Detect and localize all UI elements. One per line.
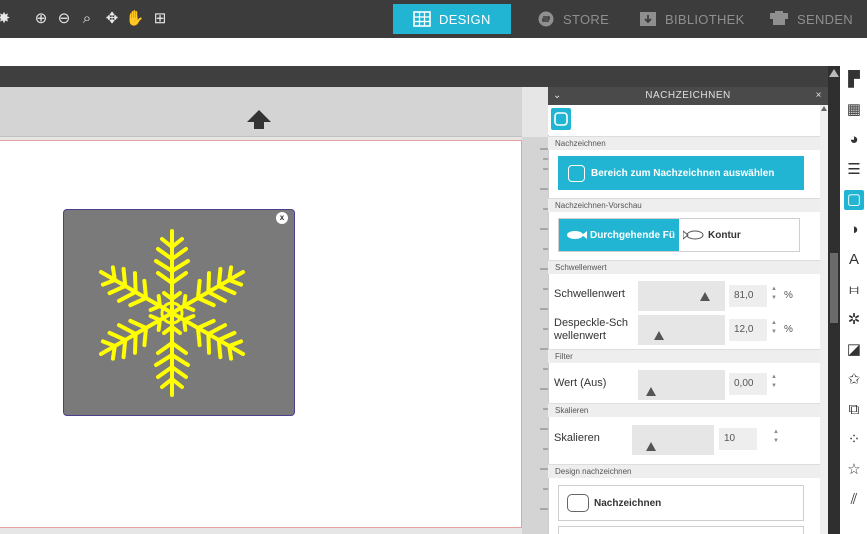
outer-scroll-thumb[interactable] [830, 253, 838, 323]
library-icon [640, 12, 656, 26]
scale-value[interactable]: 10 [719, 428, 757, 450]
tab-design-label: DESIGN [439, 11, 491, 27]
tab-design[interactable]: DESIGN [393, 4, 511, 34]
select-trace-area-button[interactable]: Bereich zum Nachzeichnen auswählen [558, 156, 804, 190]
trace-option-button[interactable] [558, 526, 804, 534]
section-filter: Filter [548, 349, 820, 363]
tab-store[interactable]: STORE [517, 4, 617, 34]
despeckle-unit: % [784, 324, 793, 335]
panel-icon-row [548, 105, 820, 135]
panel-title: NACHZEICHNEN [645, 90, 731, 101]
despeckle-slider[interactable] [638, 315, 725, 345]
solid-fill-label: Durchgehende Fü [590, 229, 676, 241]
select-trace-area-label: Bereich zum Nachzeichnen auswählen [591, 167, 775, 179]
despeckle-value[interactable]: 12,0 [729, 319, 767, 341]
ruler-right [522, 137, 548, 534]
offset-icon[interactable]: ✩ [844, 370, 864, 390]
despeckle-spinner[interactable]: ▲ ▼ [770, 319, 778, 339]
despeckle-slider-thumb[interactable] [654, 331, 665, 340]
threshold-slider[interactable] [638, 281, 725, 311]
replicate-icon[interactable]: ✲ [844, 310, 864, 330]
scale-label: Skalieren [554, 432, 600, 444]
close-panel-icon[interactable]: × [816, 87, 822, 105]
rhinestone-icon[interactable]: ⁘ [844, 430, 864, 450]
panel-scroll-up-icon[interactable] [821, 106, 827, 111]
trace-tab-icon[interactable] [551, 108, 571, 130]
move-icon[interactable]: ✥ [102, 9, 122, 29]
close-image-icon[interactable]: x [276, 212, 288, 224]
threshold-value[interactable]: 81,0 [729, 285, 767, 307]
section-trace-design: Design nachzeichnen [548, 464, 820, 478]
filter-slider-thumb[interactable] [646, 387, 656, 396]
threshold-slider-thumb[interactable] [700, 292, 711, 301]
align-icon[interactable]: ⧦ [844, 280, 864, 300]
trace-shape-icon [554, 112, 568, 126]
target-icon[interactable]: ✸ [0, 9, 14, 29]
toolbar-gap [0, 38, 867, 66]
store-icon [538, 11, 554, 27]
top-toolbar: ✸ ⊕ ⊖ ⌕ ✥ ✋ ⊞ DESIGN STORE BIBLIOTHEK SE… [0, 0, 867, 38]
trace-button[interactable]: Nachzeichnen [558, 485, 804, 521]
fill-palette-icon[interactable]: ◕ [844, 130, 864, 150]
snowflake-image [98, 229, 246, 397]
contour-fish-icon [683, 230, 704, 240]
tab-library-label: BIBLIOTHEK [665, 11, 745, 27]
trace-icon[interactable]: ▢ [844, 190, 864, 210]
filter-value[interactable]: 0,00 [729, 373, 767, 395]
move-up-arrow-stem [254, 121, 264, 129]
preview-toggle: Durchgehende Fü Kontur [558, 218, 800, 252]
pan-hand-icon[interactable]: ✋ [125, 9, 145, 29]
page-setup-icon[interactable]: ▛ [844, 70, 864, 90]
panel-scrollbar[interactable] [820, 105, 828, 534]
ruler-ticks [540, 148, 548, 510]
tab-library[interactable]: BIBLIOTHEK [619, 4, 754, 34]
outer-scroll-up-icon[interactable] [829, 69, 839, 77]
filter-label: Wert (Aus) [554, 377, 607, 389]
app-window: ✸ ⊕ ⊖ ⌕ ✥ ✋ ⊞ DESIGN STORE BIBLIOTHEK SE… [0, 0, 867, 534]
modify-icon[interactable]: ◪ [844, 340, 864, 360]
threshold-label: Schwellenwert [554, 288, 625, 300]
fit-page-icon[interactable]: ⊞ [150, 9, 170, 29]
pix-icon[interactable]: ▦ [844, 100, 864, 120]
section-scale: Skalieren [548, 403, 820, 417]
tab-store-label: STORE [563, 11, 610, 27]
threshold-unit: % [784, 290, 793, 301]
scale-spinner[interactable]: ▲ ▼ [772, 428, 780, 448]
contour-toggle[interactable]: Kontur [679, 219, 799, 251]
tab-send[interactable]: SENDEN [749, 4, 867, 34]
panel-header: ⌄ NACHZEICHNEN × [548, 87, 828, 105]
zoom-drag-icon[interactable]: ⌕ [77, 9, 97, 29]
text-style-icon[interactable]: A [844, 250, 864, 270]
solid-fish-icon [567, 231, 587, 239]
send-icon [770, 11, 788, 25]
scale-slider-thumb[interactable] [646, 442, 657, 451]
line-style-icon[interactable]: ☰ [844, 160, 864, 180]
trace-button-label: Nachzeichnen [594, 497, 662, 509]
transparency-icon[interactable]: ◑ [844, 220, 864, 240]
imported-image[interactable] [63, 209, 295, 416]
library-save-icon[interactable]: ⧉ [844, 400, 864, 420]
despeckle-label: Despeckle-Sch wellenwert [554, 317, 628, 342]
document-tab-bar [0, 66, 840, 87]
threshold-spinner[interactable]: ▲ ▼ [770, 285, 778, 305]
filter-spinner[interactable]: ▲ ▼ [770, 373, 778, 393]
select-area-icon [568, 164, 585, 182]
solid-fill-toggle[interactable]: Durchgehende Fü [559, 219, 680, 251]
section-trace: Nachzeichnen [548, 136, 820, 150]
section-threshold: Schwellenwert [548, 260, 820, 274]
zoom-in-icon[interactable]: ⊕ [31, 9, 51, 29]
contour-label: Kontur [708, 229, 741, 241]
grid-icon [413, 11, 431, 27]
tab-send-label: SENDEN [797, 11, 853, 27]
sketch-icon[interactable]: ☆ [844, 460, 864, 480]
trace-outline-icon [567, 494, 589, 512]
scale-slider[interactable] [632, 425, 714, 455]
chevron-down-icon[interactable]: ⌄ [553, 87, 562, 105]
zoom-out-icon[interactable]: ⊖ [54, 9, 74, 29]
section-trace-preview: Nachzeichnen-Vorschau [548, 198, 820, 212]
knife-icon[interactable]: ⫽ [844, 490, 864, 510]
